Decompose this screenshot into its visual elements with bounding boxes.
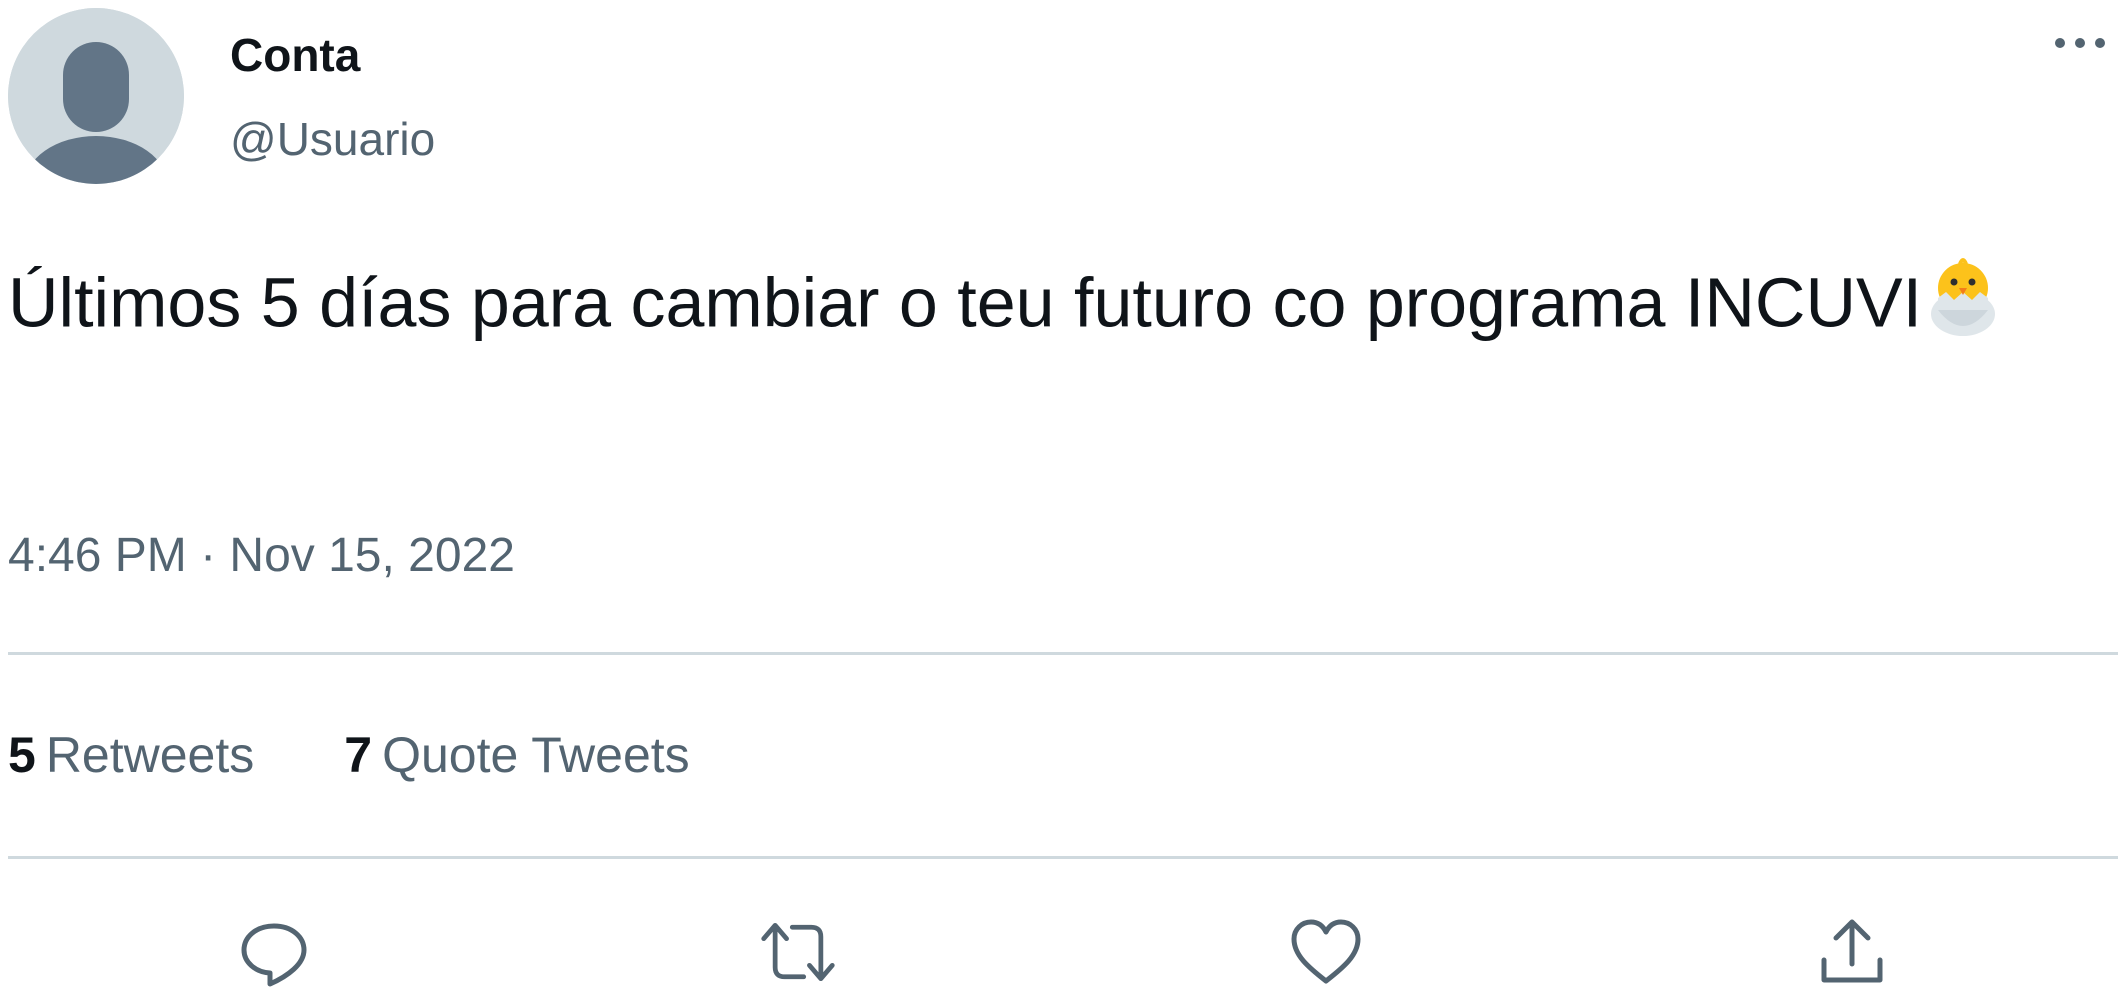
engagement-stats: 5 Retweets 7 Quote Tweets: [8, 726, 690, 784]
share-button[interactable]: [1812, 912, 1892, 992]
avatar[interactable]: [8, 8, 184, 184]
quote-tweets-count: 7: [344, 727, 373, 783]
tweet-timestamp[interactable]: 4:46 PM · Nov 15, 2022: [8, 528, 515, 583]
author-display-name[interactable]: Conta: [230, 28, 360, 82]
hatching-chick-icon: [1931, 258, 1996, 336]
divider: [8, 652, 2118, 655]
like-button[interactable]: [1286, 912, 1366, 992]
reply-button[interactable]: [234, 912, 314, 992]
hatching-chick-emoji: [1926, 252, 2000, 364]
retweets-label: Retweets: [45, 727, 255, 783]
quote-tweets-stat[interactable]: 7 Quote Tweets: [344, 726, 689, 784]
heart-icon: [1291, 919, 1361, 984]
more-options-button[interactable]: [2040, 18, 2120, 68]
divider: [8, 856, 2118, 859]
default-profile-icon: [8, 8, 184, 184]
retweets-count: 5: [8, 727, 36, 783]
quote-tweets-label: Quote Tweets: [382, 727, 690, 783]
share-icon: [1821, 919, 1883, 983]
retweet-button[interactable]: [758, 912, 838, 992]
author-handle[interactable]: @Usuario: [230, 112, 435, 166]
retweets-stat[interactable]: 5 Retweets: [8, 726, 254, 784]
tweet-text-content: Últimos 5 días para cambiar o teu futuro…: [8, 263, 1923, 342]
tweet-card: Conta @Usuario Últimos 5 días para cambi…: [0, 0, 2125, 993]
more-icon: [2055, 38, 2105, 48]
reply-icon: [241, 923, 307, 987]
tweet-text: Últimos 5 días para cambiar o teu futuro…: [8, 252, 2108, 364]
retweet-icon: [761, 922, 835, 982]
